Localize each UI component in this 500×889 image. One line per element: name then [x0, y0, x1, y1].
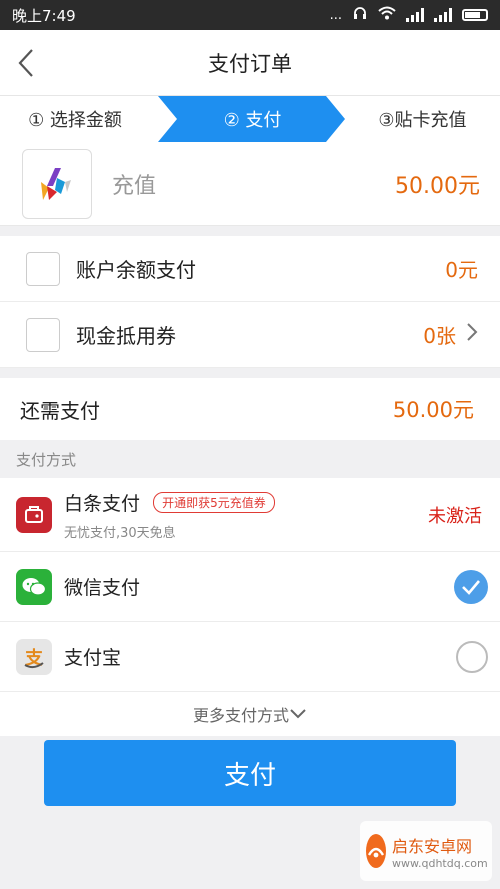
step-pay: ② 支付 — [223, 110, 282, 131]
alipay-icon: 支 — [16, 638, 52, 675]
title-bar: 支付订单 — [0, 30, 500, 96]
chevron-left-icon — [18, 49, 33, 77]
chevron-right-icon — [466, 322, 478, 348]
brand-logo-icon — [41, 167, 71, 200]
alipay-row[interactable]: 支 支付宝 — [0, 622, 500, 692]
watermark-title: 启东安卓网 — [392, 836, 473, 856]
status-icons: ... — [330, 5, 488, 25]
watermark-logo-icon — [366, 834, 386, 868]
status-time: 晚上7:49 — [12, 6, 76, 25]
more-payment-label: 更多支付方式 — [192, 706, 289, 725]
more-payment-methods[interactable]: 更多支付方式 — [0, 692, 500, 736]
remaining-value: 50.00元 — [392, 398, 474, 422]
check-icon — [462, 579, 480, 595]
battery-icon — [462, 9, 488, 21]
wechat-pay-radio[interactable] — [454, 569, 488, 604]
pay-button-wrap: 支付 — [44, 740, 456, 806]
pay-button[interactable]: 支付 — [44, 740, 456, 806]
back-button[interactable] — [12, 46, 46, 80]
balance-pay-value: 0元 — [445, 258, 478, 282]
signal-icon — [406, 8, 424, 22]
balance-pay-option[interactable]: 账户余额支付 0元 — [0, 236, 500, 302]
chevron-down-icon — [290, 709, 306, 719]
balance-pay-checkbox[interactable] — [26, 251, 60, 286]
page-title: 支付订单 — [208, 51, 292, 76]
step-indicator: ① 选择金额 ② 支付 ③贴卡充值 — [0, 96, 500, 142]
wechat-pay-name: 微信支付 — [64, 577, 141, 599]
coupon-label: 现金抵用券 — [76, 324, 176, 348]
alipay-name: 支付宝 — [64, 647, 122, 669]
site-watermark: 启东安卓网 www.qdhtdq.com — [360, 821, 492, 881]
remaining-label: 还需支付 — [20, 398, 100, 423]
baitiao-name: 白条支付 — [64, 492, 141, 515]
baitiao-icon — [16, 496, 52, 533]
alipay-radio[interactable] — [456, 640, 488, 673]
coupon-checkbox[interactable] — [26, 317, 60, 352]
notification-dots: ... — [329, 7, 342, 23]
remaining-payment-row: 还需支付 50.00元 — [0, 378, 500, 440]
wechat-pay-icon — [16, 568, 52, 605]
signal-icon-2 — [434, 8, 452, 22]
payment-section-header: 支付方式 — [0, 440, 500, 478]
headset-icon — [352, 5, 368, 25]
baitiao-subtitle: 无忧支付,30天免息 — [64, 525, 176, 541]
coupon-value: 0张 — [423, 324, 456, 348]
product-name: 充值 — [112, 173, 157, 199]
step-card-recharge: ③贴卡充值 — [378, 110, 467, 131]
baitiao-pay-row[interactable]: 白条支付 开通即获5元充值券 无忧支付,30天免息 未激活 — [0, 478, 500, 552]
baitiao-status: 未激活 — [428, 505, 482, 527]
product-logo — [22, 148, 92, 219]
product-price: 50.00元 — [395, 173, 480, 199]
balance-pay-label: 账户余额支付 — [76, 258, 196, 282]
step-select-amount: ① 选择金额 — [28, 110, 122, 131]
wifi-icon — [378, 6, 396, 24]
wechat-pay-row[interactable]: 微信支付 — [0, 552, 500, 622]
watermark-url: www.qdhtdq.com — [392, 856, 488, 870]
baitiao-promo-badge[interactable]: 开通即获5元充值券 — [153, 491, 275, 513]
product-row: 充值 50.00元 — [0, 142, 500, 226]
status-bar: 晚上7:49 ... — [0, 0, 500, 30]
coupon-option[interactable]: 现金抵用券 0张 — [0, 302, 500, 368]
